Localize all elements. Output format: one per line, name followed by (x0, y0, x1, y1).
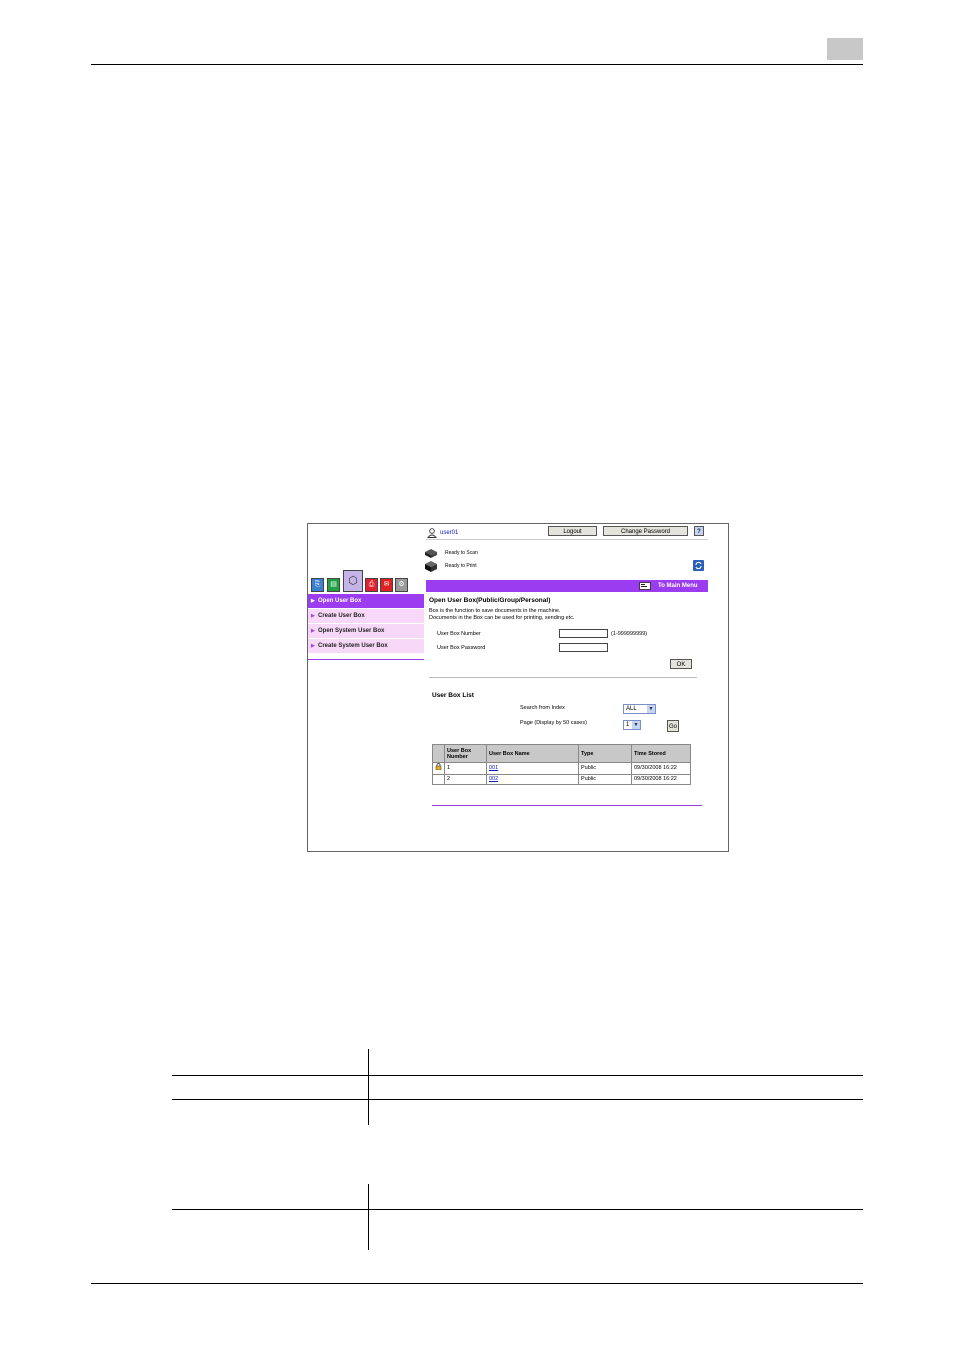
help-icon[interactable]: ? (694, 526, 704, 536)
row-time: 09/30/2008 16:22 (631, 774, 691, 785)
box-password-label: User Box Password (437, 645, 486, 651)
arrow-right-icon: ▶ (311, 613, 315, 619)
table1-divider (368, 1049, 369, 1125)
go-button[interactable]: Go (667, 720, 679, 732)
bottom-accent-rule (432, 805, 702, 806)
description-line-2: Documents in the Box can be used for pri… (429, 615, 575, 621)
main-menu-icon (639, 582, 651, 590)
page-title: Open User Box(Public/Group/Personal) (429, 597, 551, 604)
tab-settings-icon[interactable]: ⚙ (395, 578, 408, 592)
row-name-link[interactable]: 001 (489, 765, 498, 771)
row-name-cell: 001 (486, 762, 579, 775)
ok-button[interactable]: OK (670, 659, 692, 669)
dropdown-arrow-icon: ▼ (647, 705, 655, 713)
arrow-right-icon: ▶ (311, 598, 315, 604)
row-type: Public (578, 762, 632, 775)
row-name-cell: 002 (486, 774, 579, 785)
box-number-input[interactable] (559, 629, 608, 638)
tab-box-icon[interactable]: ⬡ (343, 570, 363, 592)
lock-cell-empty (432, 774, 445, 785)
page-label: Page (Display by 50 cases) (520, 720, 587, 726)
sidebar-item-open-user-box[interactable]: ▶ Open User Box (308, 594, 424, 608)
scan-status: Ready to Scan (445, 550, 478, 556)
page-select[interactable]: 1 ▼ (623, 720, 641, 730)
table-header-row: User Box Number User Box Name Type Time … (432, 744, 691, 763)
search-index-value: ALL (626, 706, 637, 712)
table-header-number: User Box Number (444, 744, 487, 763)
user-icon (427, 528, 437, 538)
search-index-select[interactable]: ALL ▼ (623, 704, 656, 714)
table-header-lock (432, 744, 445, 763)
row-number: 2 (444, 774, 487, 785)
table-row[interactable]: 1 001 Public 09/30/2008 16:22 (432, 762, 691, 775)
table2-divider (368, 1184, 369, 1250)
change-password-button[interactable]: Change Password (603, 526, 688, 536)
pagescope-box-screenshot: user01 Logout Change Password ? Ready to… (307, 523, 729, 852)
table1-rule-1 (172, 1075, 863, 1076)
sidebar-item-label: Create User Box (318, 613, 365, 619)
box-password-input[interactable] (559, 643, 608, 652)
print-status: Ready to Print (445, 563, 477, 569)
description-line-1: Box is the function to save documents in… (429, 608, 561, 614)
tab-job-icon[interactable]: ▤ (327, 578, 340, 592)
row-name-link[interactable]: 002 (489, 776, 498, 782)
arrow-right-icon: ▶ (311, 628, 315, 634)
row-type: Public (578, 774, 632, 785)
row-time: 09/30/2008 16:22 (631, 762, 691, 775)
page-footer-rule (91, 1283, 863, 1284)
header-divider (426, 539, 708, 540)
page-header-rule (91, 64, 863, 65)
search-index-label: Search from Index (520, 705, 565, 711)
logout-button[interactable]: Logout (548, 526, 597, 536)
sidebar-item-create-system-user-box[interactable]: ▶ Create System User Box (308, 639, 424, 653)
page-value: 1 (626, 722, 630, 728)
arrow-right-icon: ▶ (311, 643, 315, 649)
table1-rule-2 (172, 1099, 863, 1100)
lock-icon (432, 762, 445, 775)
box-number-label: User Box Number (437, 631, 481, 637)
user-box-table: User Box Number User Box Name Type Time … (432, 744, 691, 785)
sidebar-item-label: Open User Box (318, 598, 362, 604)
tab-system-icon[interactable]: ⎘ (311, 578, 324, 592)
to-main-menu-link[interactable]: To Main Menu (658, 583, 698, 590)
user-name: user01 (440, 530, 459, 536)
tab-print-icon[interactable]: ⎙ (365, 578, 378, 592)
sidebar-item-open-system-user-box[interactable]: ▶ Open System User Box (308, 624, 424, 638)
refresh-icon[interactable] (693, 560, 704, 571)
menu-bottom-rule (308, 659, 424, 660)
scanner-icon (424, 547, 438, 558)
row-number: 1 (444, 762, 487, 775)
sidebar-item-label: Create System User Box (318, 643, 388, 649)
table-row[interactable]: 2 002 Public 09/30/2008 16:22 (432, 774, 691, 785)
table2-rule-1 (172, 1209, 863, 1210)
printer-icon (424, 560, 438, 572)
box-number-range: (1-999999999) (611, 631, 648, 637)
page-number-box (827, 38, 863, 60)
tab-fax-icon[interactable]: ✉ (380, 578, 393, 592)
dropdown-arrow-icon: ▼ (632, 721, 640, 729)
sidebar-item-create-user-box[interactable]: ▶ Create User Box (308, 609, 424, 623)
table-header-time: Time Stored (631, 744, 691, 763)
sidebar-item-label: Open System User Box (318, 628, 385, 634)
list-title: User Box List (432, 692, 474, 699)
table-header-name: User Box Name (486, 744, 579, 763)
table-header-type: Type (578, 744, 632, 763)
section-divider (429, 677, 697, 678)
top-accent-bar: To Main Menu (426, 580, 708, 592)
